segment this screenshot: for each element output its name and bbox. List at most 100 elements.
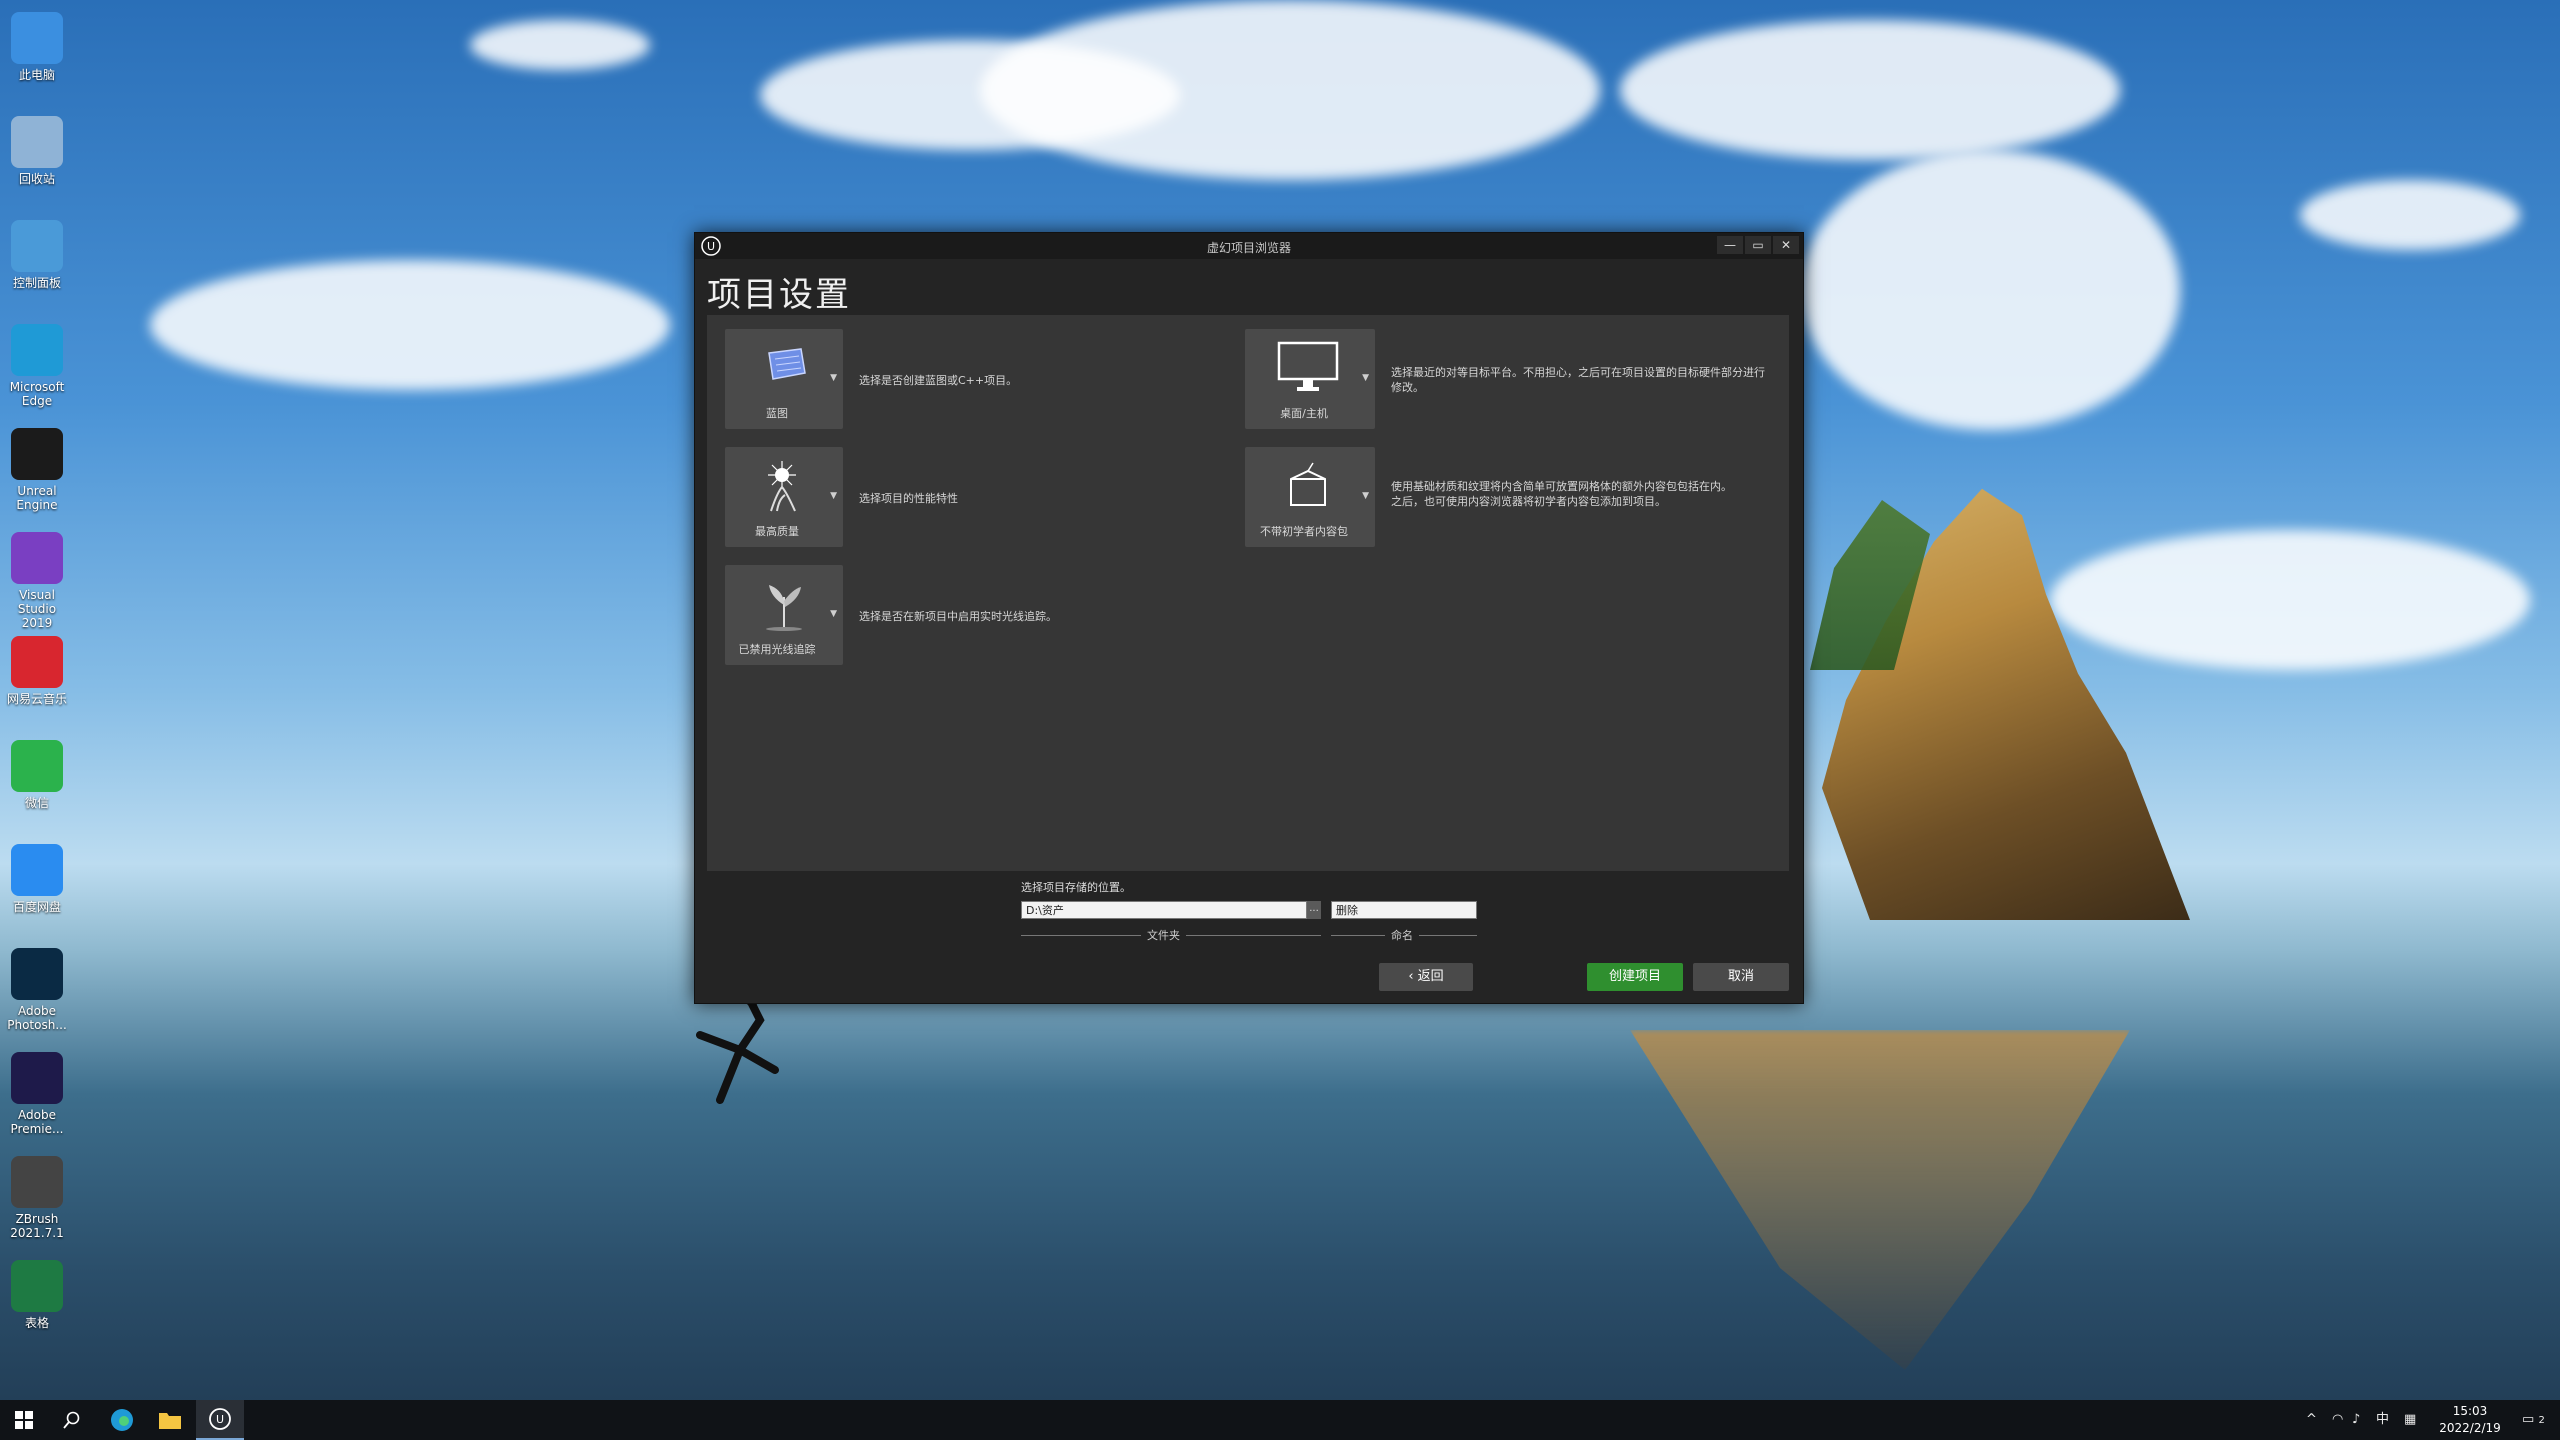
desktop-icon[interactable]: Unreal Engine (0, 424, 74, 528)
visual-studio-icon (11, 532, 63, 584)
back-button[interactable]: ‹ 返回 (1379, 963, 1473, 991)
unreal-engine-icon (11, 428, 63, 480)
location-label: 选择项目存储的位置。 (1021, 881, 1131, 894)
excel-icon (11, 1260, 63, 1312)
quality-caption: 最高质量 (755, 525, 799, 538)
desktop-icon-label: ZBrush 2021.7.1 (10, 1212, 64, 1240)
control-panel-icon (11, 220, 63, 272)
show-hidden-icons-button[interactable]: ^ (2306, 1400, 2317, 1440)
create-project-button[interactable]: 创建项目 (1587, 963, 1683, 991)
chevron-down-icon: ▼ (830, 491, 837, 501)
clock-time: 15:03 (2452, 1404, 2488, 1418)
taskbar-edge[interactable] (98, 1400, 146, 1440)
desktop-icons: 此电脑回收站控制面板 Microsoft Edge Unreal Engine Vis… (0, 8, 74, 1360)
windows-icon (15, 1411, 33, 1429)
project-name-input[interactable]: 删除 (1331, 901, 1477, 919)
desktop-icon[interactable]: 此电脑 (0, 8, 74, 112)
desktop-icon-label: Microsoft Edge (9, 380, 65, 408)
cloud (1620, 20, 2120, 160)
baidu-netdisk-icon (11, 844, 63, 896)
notification-center-button[interactable]: ▭ 2 (2522, 1400, 2545, 1440)
minimize-button[interactable]: — (1717, 236, 1743, 254)
keyboard-icon[interactable]: ▦ (2404, 1400, 2416, 1440)
desktop-icon-label: 百度网盘 (12, 900, 61, 914)
name-label: 命名 (1385, 927, 1419, 943)
platform-option-button[interactable]: 桌面/主机 ▼ (1245, 329, 1375, 429)
clock-date: 2022/2/19 (2439, 1421, 2501, 1435)
desktop-icon-label: 表格 (24, 1316, 49, 1330)
desktop: 此电脑回收站控制面板 Microsoft Edge Unreal Engine Vis… (0, 0, 2560, 1440)
photoshop-icon (11, 948, 63, 1000)
ime-indicator[interactable]: 中 (2376, 1400, 2389, 1440)
desktop-icon-label: 此电脑 (18, 68, 55, 82)
clock[interactable]: 15:03 2022/2/19 (2420, 1403, 2520, 1437)
chevron-down-icon: ▼ (1362, 373, 1369, 383)
cloud (1800, 150, 2180, 430)
desktop-icon[interactable]: 网易云音乐 (0, 632, 74, 736)
netease-music-icon (11, 636, 63, 688)
desktop-icon[interactable]: 表格 (0, 1256, 74, 1360)
window-title: 虚幻项目浏览器 (1206, 241, 1291, 255)
platform-caption: 桌面/主机 (1280, 407, 1328, 420)
cloud (2050, 530, 2530, 670)
folder-icon (159, 1413, 181, 1429)
quality-description: 选择项目的性能特性 (859, 492, 958, 505)
blueprint-option-button[interactable]: 蓝图 ▼ (725, 329, 843, 429)
quality-option-button[interactable]: 最高质量 ▼ (725, 447, 843, 547)
premiere-icon (11, 1052, 63, 1104)
taskbar-unreal-engine[interactable]: U (196, 1400, 244, 1440)
desktop-icon[interactable]: ZBrush 2021.7.1 (0, 1152, 74, 1256)
desktop-icon[interactable]: Visual Studio 2019 (0, 528, 74, 632)
edge-icon (111, 1409, 133, 1431)
starter-content-desc-line2: 之后，也可使用内容浏览器将初学者内容包添加到项目。 (1391, 495, 1666, 508)
folder-label: 文件夹 (1141, 927, 1186, 943)
desktop-icon[interactable]: 微信 (0, 736, 74, 840)
notification-icon: ▭ (2522, 1412, 2535, 1427)
notification-count: 2 (2538, 1415, 2545, 1426)
cloud (2300, 180, 2520, 250)
settings-panel: 蓝图 ▼ 选择是否创建蓝图或C++项目。 最高质量 ▼ 选择项目的性能特性 已禁… (707, 315, 1789, 871)
plant-icon (766, 585, 802, 631)
desktop-icon[interactable]: 回收站 (0, 112, 74, 216)
blueprint-description: 选择是否创建蓝图或C++项目。 (859, 374, 1018, 387)
empty-box-icon (1290, 462, 1326, 506)
desktop-icon[interactable]: 百度网盘 (0, 840, 74, 944)
desktop-icon-label: 控制面板 (12, 276, 61, 290)
desktop-icon[interactable]: Microsoft Edge (0, 320, 74, 424)
folder-path-input[interactable]: D:\资产 (1021, 901, 1307, 919)
taskbar: U ^ ◠ ♪ 中 ▦ 15:03 2022/2/19 ▭ 2 (0, 1400, 2560, 1440)
blueprint-caption: 蓝图 (766, 407, 788, 420)
browse-folder-button[interactable]: ... (1307, 901, 1321, 919)
blueprint-icon (768, 348, 806, 380)
starter-content-desc-line1: 使用基础材质和纹理将内含简单可放置网格体的额外内容包包括在内。 (1391, 480, 1732, 493)
maximize-button[interactable]: ▭ (1745, 236, 1771, 254)
svg-text:U: U (216, 1413, 224, 1426)
close-button[interactable]: ✕ (1773, 236, 1799, 254)
starter-content-option-button[interactable]: 不带初学者内容包 ▼ (1245, 447, 1375, 547)
runner-silhouette (696, 990, 779, 1104)
desktop-icon-label: Unreal Engine (16, 484, 58, 512)
recycle-bin-icon (11, 116, 63, 168)
wechat-icon (11, 740, 63, 792)
desktop-icon[interactable]: Adobe Photosh... (0, 944, 74, 1048)
desktop-icon[interactable]: 控制面板 (0, 216, 74, 320)
chevron-down-icon: ▼ (830, 373, 837, 383)
cloud (980, 0, 1600, 180)
volume-icon[interactable]: ♪ (2352, 1400, 2360, 1440)
unreal-engine-icon: U (209, 1408, 231, 1430)
cancel-button[interactable]: 取消 (1693, 963, 1789, 991)
raytracing-description: 选择是否在新项目中启用实时光线追踪。 (859, 610, 1057, 623)
chevron-down-icon: ▼ (1362, 491, 1369, 501)
computer-icon (11, 12, 63, 64)
network-icon[interactable]: ◠ (2332, 1400, 2343, 1440)
taskbar-file-explorer[interactable] (146, 1400, 194, 1440)
chevron-down-icon: ▼ (830, 609, 837, 619)
start-button[interactable] (0, 1400, 48, 1440)
desktop-icon-label: Adobe Premie... (10, 1108, 64, 1136)
search-button[interactable] (48, 1400, 96, 1440)
title-bar[interactable]: U 虚幻项目浏览器 — ▭ ✕ (695, 233, 1803, 259)
raytracing-caption: 已禁用光线追踪 (738, 643, 816, 656)
desktop-icon[interactable]: Adobe Premie... (0, 1048, 74, 1152)
raytracing-option-button[interactable]: 已禁用光线追踪 ▼ (725, 565, 843, 665)
edge-icon (11, 324, 63, 376)
